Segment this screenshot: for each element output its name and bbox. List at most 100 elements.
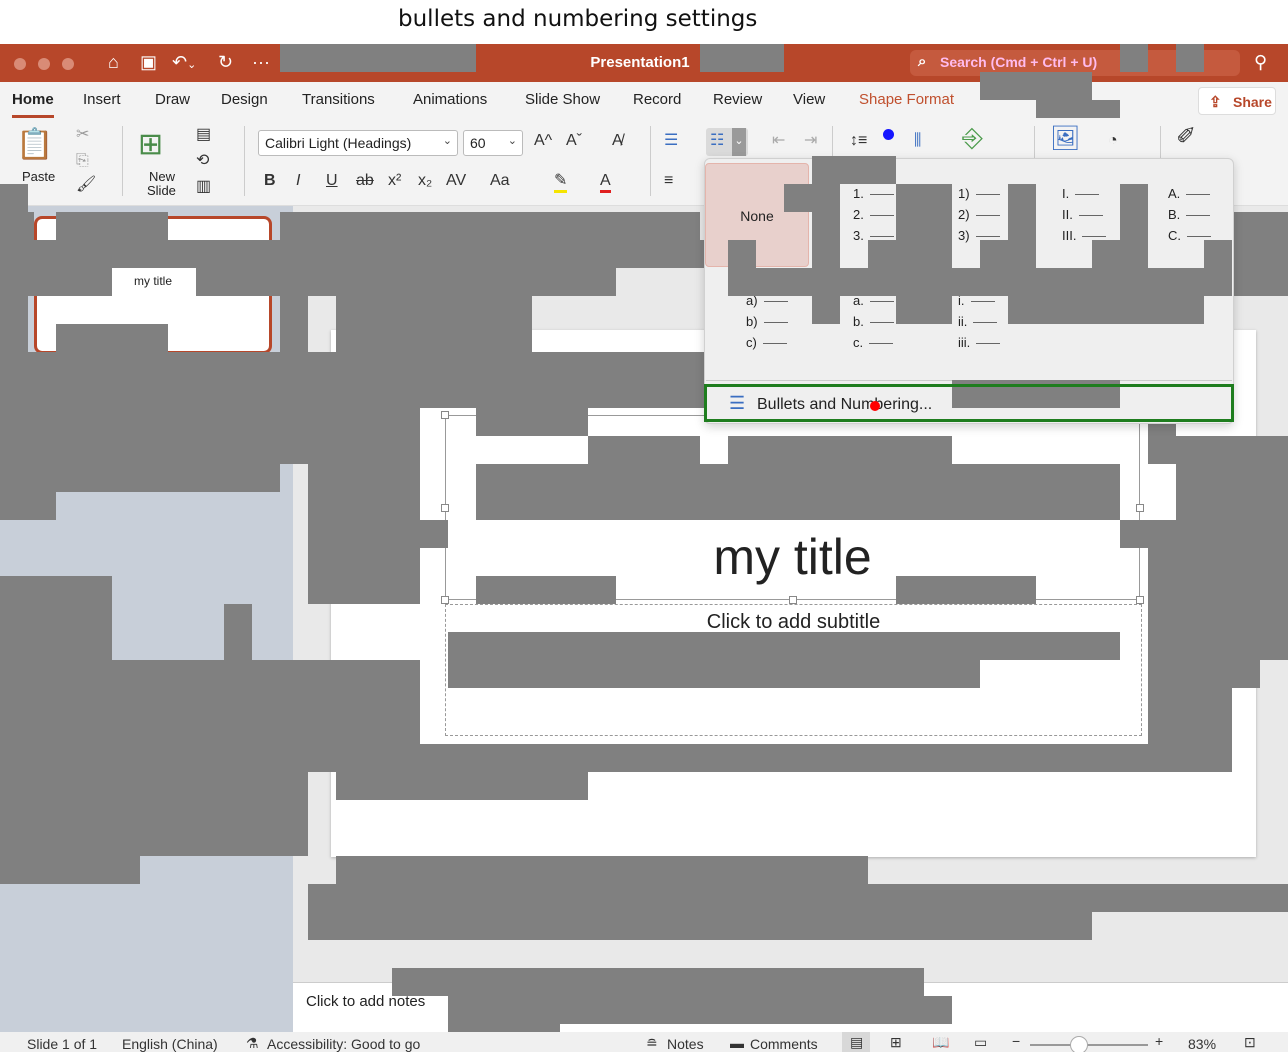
- more-icon[interactable]: ···: [252, 52, 270, 72]
- num-item: I.: [1062, 186, 1106, 207]
- num-item: II.: [1062, 207, 1106, 228]
- font-color-button[interactable]: A: [600, 172, 611, 193]
- picture-icon[interactable]: 🖼: [1050, 127, 1080, 151]
- paste-icon[interactable]: 📋: [16, 128, 53, 162]
- num-item: 2.: [853, 207, 894, 228]
- comments-icon: ▬: [730, 1035, 744, 1051]
- language-indicator[interactable]: English (China): [122, 1036, 218, 1052]
- marker-dot: [883, 129, 894, 140]
- redacted-block: [308, 520, 448, 548]
- redo-icon[interactable]: ↻: [218, 52, 233, 72]
- tab-view[interactable]: View: [793, 91, 825, 108]
- home-icon[interactable]: ⌂: [108, 52, 119, 72]
- tab-design[interactable]: Design: [221, 91, 268, 108]
- bold-button[interactable]: B: [264, 172, 276, 190]
- fit-to-window-icon[interactable]: ⊡: [1244, 1034, 1256, 1051]
- save-icon[interactable]: ▣: [140, 52, 157, 72]
- copy-icon[interactable]: ⎘: [76, 152, 89, 170]
- tab-review[interactable]: Review: [713, 91, 762, 108]
- minimize-window-button[interactable]: [38, 58, 50, 70]
- tab-animations[interactable]: Animations: [413, 91, 487, 108]
- superscript-button[interactable]: x²: [388, 172, 401, 190]
- font-name-select[interactable]: Calibri Light (Headings) ⌄: [258, 130, 458, 156]
- bullets-icon[interactable]: ☰: [664, 132, 678, 150]
- new-slide-icon[interactable]: ⊞: [138, 128, 163, 162]
- italic-button[interactable]: I: [296, 172, 300, 190]
- tab-insert[interactable]: Insert: [83, 91, 121, 108]
- reset-icon[interactable]: ⟲: [196, 152, 209, 170]
- redacted-block: [308, 912, 1092, 940]
- layout-icon[interactable]: ▤: [196, 126, 211, 144]
- increase-indent-icon[interactable]: ⇥: [804, 132, 817, 150]
- grow-font-icon[interactable]: A^: [534, 132, 552, 150]
- underline-button[interactable]: U: [326, 172, 338, 190]
- share-button[interactable]: ⇪ Share: [1198, 87, 1276, 115]
- redacted-block: [336, 856, 868, 884]
- decrease-indent-icon[interactable]: ⇤: [772, 132, 785, 150]
- strikethrough-button[interactable]: ab: [356, 172, 374, 190]
- notes-button[interactable]: Notes: [667, 1036, 704, 1052]
- shapes-icon[interactable]: ◔: [1108, 132, 1118, 150]
- tab-shape-format[interactable]: Shape Format: [859, 91, 954, 108]
- align-left-icon[interactable]: ≡: [664, 172, 673, 190]
- zoom-in-icon[interactable]: +: [1155, 1033, 1163, 1049]
- numbering-option-lower-roman[interactable]: i. ii. iii.: [958, 293, 1000, 356]
- numbering-option-lower-alpha-paren[interactable]: a) b) c): [746, 293, 788, 356]
- redacted-block: [728, 240, 756, 296]
- zoom-out-icon[interactable]: −: [1012, 1033, 1020, 1049]
- columns-icon[interactable]: ⫼: [914, 132, 921, 150]
- designer-icon[interactable]: ✐: [1176, 125, 1196, 149]
- redacted-block: [308, 884, 1288, 912]
- tab-draw[interactable]: Draw: [155, 91, 190, 108]
- redacted-block: [280, 44, 476, 72]
- numbering-option-lower-alpha-period[interactable]: a. b. c.: [853, 293, 894, 356]
- shrink-font-icon[interactable]: Aˇ: [566, 132, 582, 150]
- line-spacing-icon[interactable]: ↕≡: [850, 132, 867, 150]
- zoom-slider[interactable]: [1030, 1044, 1148, 1046]
- resize-handle[interactable]: [441, 504, 449, 512]
- redacted-block: [784, 184, 840, 212]
- comments-button[interactable]: Comments: [750, 1036, 818, 1052]
- account-icon[interactable]: ⚲: [1254, 52, 1267, 72]
- subscript-button[interactable]: x₂: [418, 172, 432, 190]
- numbering-button[interactable]: ☷ ⌄: [706, 128, 748, 156]
- cut-icon[interactable]: ✂: [76, 126, 89, 144]
- tab-slide-show[interactable]: Slide Show: [525, 91, 600, 108]
- resize-handle[interactable]: [441, 596, 449, 604]
- smartart-icon[interactable]: ⎆: [962, 124, 983, 150]
- slide-sorter-icon[interactable]: ⊞: [890, 1034, 902, 1051]
- redacted-block: [0, 492, 56, 520]
- normal-view-icon: ▤: [850, 1034, 864, 1050]
- resize-handle[interactable]: [441, 411, 449, 419]
- undo-icon[interactable]: ↶⌄: [172, 52, 196, 75]
- font-size-select[interactable]: 60 ⌄: [463, 130, 523, 156]
- document-title: Presentation1: [590, 54, 690, 71]
- numbering-none-option[interactable]: None: [705, 163, 809, 267]
- slideshow-icon[interactable]: ▭: [974, 1034, 987, 1051]
- share-icon: ⇪: [1209, 94, 1222, 111]
- bullets-and-numbering-menu-item[interactable]: ☰ Bullets and Numbering...: [704, 384, 1234, 422]
- character-spacing-button[interactable]: AV: [446, 172, 466, 190]
- section-icon[interactable]: ▥: [196, 178, 211, 196]
- zoom-slider-thumb[interactable]: [1070, 1036, 1088, 1052]
- resize-handle[interactable]: [789, 596, 797, 604]
- change-case-button[interactable]: Aa: [490, 172, 510, 190]
- redacted-block: [476, 464, 1120, 520]
- resize-handle[interactable]: [1136, 504, 1144, 512]
- zoom-window-button[interactable]: [62, 58, 74, 70]
- clear-format-icon[interactable]: A̸: [612, 132, 623, 150]
- close-window-button[interactable]: [14, 58, 26, 70]
- reading-view-icon[interactable]: 📖: [932, 1034, 949, 1051]
- divider: [122, 126, 123, 196]
- tab-transitions[interactable]: Transitions: [302, 91, 375, 108]
- tab-home[interactable]: Home: [12, 91, 54, 118]
- format-painter-icon[interactable]: 🖌: [76, 176, 96, 194]
- tab-record[interactable]: Record: [633, 91, 681, 108]
- resize-handle[interactable]: [1136, 596, 1144, 604]
- subtitle-text[interactable]: Click to add subtitle: [446, 611, 1141, 634]
- highlight-icon[interactable]: ✎: [554, 172, 568, 193]
- accessibility-status[interactable]: Accessibility: Good to go: [267, 1036, 420, 1052]
- zoom-level[interactable]: 83%: [1188, 1036, 1216, 1052]
- chevron-down-icon: ⌄: [507, 135, 517, 147]
- redacted-block: [728, 436, 952, 464]
